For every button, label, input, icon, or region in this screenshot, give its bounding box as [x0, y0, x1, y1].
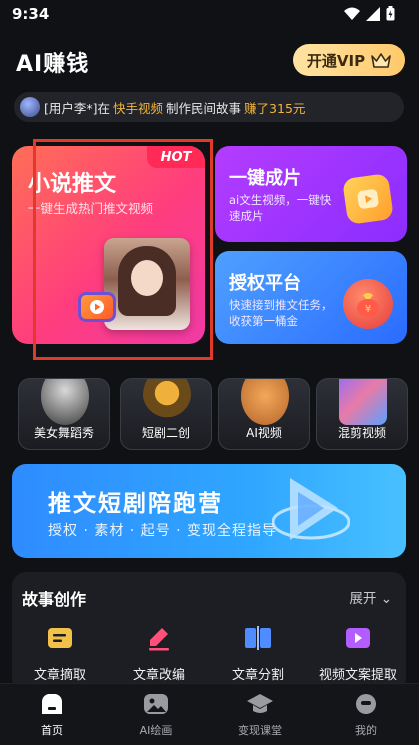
video-text-icon	[344, 624, 372, 652]
hot-badge: HOT	[147, 146, 205, 168]
tab-label: 我的	[355, 724, 377, 737]
crown-icon	[371, 53, 391, 68]
earnings-ticker[interactable]: [用户李*]在 快手视频 制作民间故事 赚了315元	[14, 92, 404, 122]
svg-text:¥: ¥	[365, 304, 371, 315]
play-icon	[78, 292, 116, 322]
category-label: 美女舞蹈秀	[33, 426, 94, 440]
novel-promo-card[interactable]: HOT 小说推文 一键生成热门推文视频	[12, 146, 205, 344]
image-icon	[142, 690, 170, 718]
ticker-action: 制作民间故事	[166, 100, 242, 116]
signal-icon	[366, 6, 380, 21]
ticker-user: [用户李*]在	[44, 100, 111, 116]
wifi-icon	[344, 7, 360, 20]
category-label: 短剧二创	[141, 426, 190, 440]
ticker-earned: 赚了315元	[244, 100, 306, 116]
chevron-down-icon: ⌄	[380, 591, 392, 607]
fox-icon	[241, 379, 289, 425]
split-icon	[244, 624, 272, 652]
authorization-platform-subtitle: 快速接到推文任务，收获第一桶金	[229, 298, 333, 328]
tool-label: 视频文案提取	[318, 668, 397, 683]
novel-promo-title: 小说推文	[28, 172, 117, 197]
tab-ai-painting[interactable]: AI绘画	[106, 690, 206, 738]
tool-label: 文章改编	[132, 668, 185, 683]
story-creation-section: 故事创作 展开 ⌄ 文章摘取 文章改编 文章分割 视频文案提取	[12, 572, 406, 692]
category-label: AI视频	[246, 426, 282, 440]
tool-video-text-extract[interactable]: 视频文案提取	[312, 624, 404, 683]
one-click-video-title: 一键成片	[229, 168, 301, 189]
section-title: 故事创作	[22, 590, 87, 609]
tool-article-split[interactable]: 文章分割	[212, 624, 304, 683]
tool-label: 文章分割	[231, 668, 284, 683]
banner-subtitle: 授权 · 素材 · 起号 · 变现全程指导	[48, 523, 278, 539]
status-time: 9:34	[12, 5, 50, 23]
tab-label: AI绘画	[139, 724, 173, 737]
user-avatar-icon	[20, 97, 40, 117]
film-reel-icon	[143, 379, 191, 425]
authorization-platform-title: 授权平台	[229, 273, 301, 294]
tab-label: 首页	[41, 724, 63, 737]
tab-home[interactable]: 首页	[2, 690, 102, 738]
expand-label: 展开	[349, 591, 377, 607]
ticker-platform: 快手视频	[113, 100, 164, 116]
banner-title: 推文短剧陪跑营	[48, 491, 223, 517]
tool-article-extract[interactable]: 文章摘取	[14, 624, 106, 683]
bottom-tab-bar: 首页 AI绘画 变现课堂 我的	[0, 683, 419, 745]
expand-button[interactable]: 展开 ⌄	[349, 587, 392, 607]
tab-profile[interactable]: 我的	[316, 690, 416, 738]
tab-monetization-class[interactable]: 变现课堂	[210, 690, 310, 738]
category-drama-remix[interactable]: 短剧二创	[120, 378, 212, 450]
training-camp-banner[interactable]: 推文短剧陪跑营 授权 · 素材 · 起号 · 变现全程指导	[12, 464, 406, 558]
dancer-icon	[41, 379, 89, 425]
novel-promo-subtitle: 一键生成热门推文视频	[28, 201, 154, 216]
page-title: AI赚钱	[16, 52, 90, 77]
status-bar: 9:34	[0, 0, 419, 30]
open-vip-button[interactable]: 开通VIP	[293, 44, 405, 76]
tab-label: 变现课堂	[238, 724, 282, 737]
tool-article-adapt[interactable]: 文章改编	[113, 624, 205, 683]
extract-icon	[46, 624, 74, 652]
character-illustration	[104, 238, 190, 330]
video-play-icon	[342, 173, 394, 225]
category-ai-video[interactable]: AI视频	[218, 378, 310, 450]
edit-icon	[145, 624, 173, 652]
vip-button-label: 开通VIP	[306, 51, 366, 70]
tool-label: 文章摘取	[33, 668, 86, 683]
category-mix-video[interactable]: 混剪视频	[316, 378, 408, 450]
money-bag-icon: ¥	[343, 279, 393, 329]
status-icons	[344, 6, 395, 21]
home-icon	[38, 690, 66, 718]
category-row: 美女舞蹈秀 短剧二创 AI视频 混剪视频	[18, 378, 408, 450]
play-triangle-icon	[272, 478, 350, 540]
battery-icon	[386, 6, 395, 21]
profile-icon	[352, 690, 380, 718]
graduation-cap-icon	[246, 690, 274, 718]
video-collage-icon	[339, 379, 387, 425]
category-label: 混剪视频	[337, 426, 386, 440]
category-dance-show[interactable]: 美女舞蹈秀	[18, 378, 110, 450]
story-tools: 文章摘取 文章改编 文章分割 视频文案提取	[12, 624, 406, 684]
authorization-platform-card[interactable]: 授权平台 快速接到推文任务，收获第一桶金 ¥	[215, 251, 407, 344]
one-click-video-card[interactable]: 一键成片 ai文生视频，一键快速成片	[215, 146, 407, 242]
one-click-video-subtitle: ai文生视频，一键快速成片	[229, 193, 332, 223]
